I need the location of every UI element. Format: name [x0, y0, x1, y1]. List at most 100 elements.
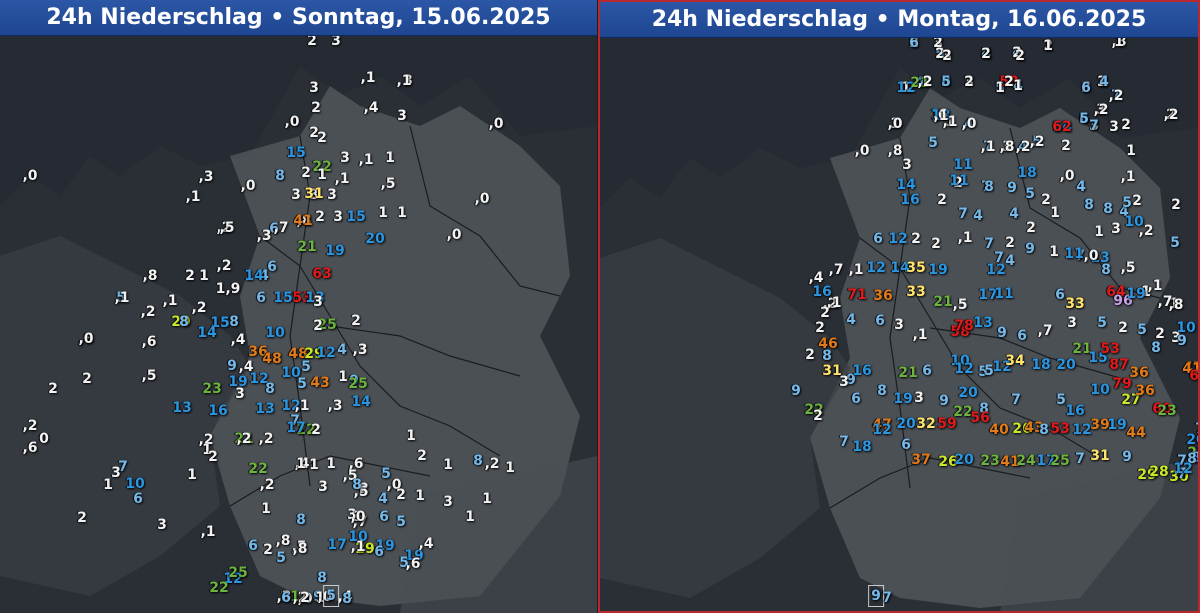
- precip-value: ,0: [1083, 248, 1099, 264]
- precip-value: 2: [311, 422, 321, 438]
- precip-value: 1: [482, 491, 492, 507]
- precip-value: 78: [954, 318, 974, 334]
- precip-value: ,1: [185, 189, 201, 205]
- precip-value: 9: [1122, 449, 1132, 465]
- precip-value: 6: [1055, 287, 1065, 303]
- precip-value: 69: [1189, 368, 1200, 384]
- precip-value: 31: [304, 186, 324, 202]
- precip-value: 1: [309, 457, 319, 473]
- precip-value: 4: [1009, 206, 1019, 222]
- precip-value: 13: [255, 401, 275, 417]
- precip-value: 2: [1171, 197, 1181, 213]
- precip-value: ,8: [1168, 297, 1184, 313]
- precip-value: 1: [397, 205, 407, 221]
- precip-value: 2: [1132, 193, 1142, 209]
- precip-value: 1: [415, 488, 425, 504]
- precip-value: ,2: [140, 304, 156, 320]
- precip-value: 21: [933, 294, 953, 310]
- precip-value: 6: [901, 437, 911, 453]
- precip-value: ,2: [1029, 134, 1045, 150]
- precip-value: 43: [310, 375, 330, 391]
- precip-value: 1: [187, 467, 197, 483]
- precip-value: ,0: [1059, 168, 1075, 184]
- precip-value: 25: [228, 565, 248, 581]
- precip-value: 2: [1121, 117, 1131, 133]
- precip-value: ,3: [327, 398, 343, 414]
- precip-value: 79: [1112, 376, 1132, 392]
- precip-value: 3: [894, 317, 904, 333]
- precip-value: 4: [378, 491, 388, 507]
- precip-value: 19: [928, 262, 948, 278]
- precip-value: 20: [958, 385, 978, 401]
- precip-value: 5: [396, 514, 406, 530]
- right-map[interactable]: 2 3 5 4 4 2,8 3 4 1 8 3 5 53 4 3 2 1 1 4 13 4 3 7 1 2 1 13 4 7 3 4 5 14 6…: [600, 34, 1200, 611]
- precip-value: ,4: [230, 332, 246, 348]
- precip-value: 1: [1094, 224, 1104, 240]
- precip-value: ,8: [999, 139, 1015, 155]
- precip-value: 5: [1097, 315, 1107, 331]
- precip-value: ,1: [334, 171, 350, 187]
- precip-value: 8: [1101, 262, 1111, 278]
- precip-value: 28: [1149, 464, 1169, 480]
- precip-value: ,3: [198, 169, 214, 185]
- precip-value: 8: [229, 314, 239, 330]
- precip-value: 7: [839, 434, 849, 450]
- precip-value: ,6: [141, 334, 157, 350]
- precip-value: 25: [348, 376, 368, 392]
- precip-value: 2: [317, 130, 327, 146]
- precip-value: 20: [365, 231, 385, 247]
- precip-value: 4: [1005, 253, 1015, 269]
- precip-value: 19: [325, 243, 345, 259]
- precip-value: ,5: [141, 368, 157, 384]
- precip-value: ,7: [273, 220, 289, 236]
- precip-value: 14: [244, 268, 264, 284]
- precip-value: 22: [248, 461, 268, 477]
- left-map-panel: 24h Niederschlag • Sonntag, 15.06.2025 2…: [0, 0, 597, 613]
- precip-value: 18: [1017, 165, 1037, 181]
- precip-value: 3: [327, 187, 337, 203]
- precip-value: ,5: [219, 220, 235, 236]
- precip-value: 9: [1025, 241, 1035, 257]
- precip-value: 44: [1126, 425, 1146, 441]
- precip-value: 63: [312, 266, 332, 282]
- precip-value: 6: [248, 538, 258, 554]
- precip-value: ,7: [828, 262, 844, 278]
- precip-value: 16: [812, 284, 832, 300]
- precip-value: 8: [984, 179, 994, 195]
- precip-value: 15: [346, 209, 366, 225]
- precip-value: ,1: [360, 70, 376, 86]
- precip-value: 12: [888, 231, 908, 247]
- precip-value: 1: [505, 460, 515, 476]
- precip-value: 5: [276, 550, 286, 566]
- precip-value: 19: [893, 391, 913, 407]
- precip-value: 31: [1090, 448, 1110, 464]
- precip-value: 18: [852, 439, 872, 455]
- precip-value: 21: [297, 239, 317, 255]
- precip-value: ,6: [22, 440, 38, 456]
- precip-value: ,1: [114, 290, 130, 306]
- precip-value: 56: [970, 410, 990, 426]
- precip-value: 1: [1050, 205, 1060, 221]
- precip-value: 18: [1031, 357, 1051, 373]
- precip-value: 2: [1026, 220, 1036, 236]
- precip-value: 6: [851, 391, 861, 407]
- precip-value: 2: [1118, 320, 1128, 336]
- precip-value: 9: [1007, 180, 1017, 196]
- precip-value: 8: [877, 383, 887, 399]
- precip-value: 87: [1109, 357, 1129, 373]
- precip-value: ,1: [350, 539, 366, 555]
- precip-value: 5: [297, 376, 307, 392]
- precip-value: 2: [964, 74, 974, 90]
- left-map[interactable]: 2 3 3,1 3,1 2,4 3 2,0,0 2 2,0 3 1,1 15 22 1 8 3 3,1,5 31,…: [0, 33, 597, 613]
- precip-value: ,2: [917, 74, 933, 90]
- precip-value: 2: [263, 542, 273, 558]
- precip-value: 6: [1017, 328, 1027, 344]
- precip-value: 37: [911, 452, 931, 468]
- precip-value: 2: [911, 231, 921, 247]
- precip-value: ,6: [405, 556, 421, 572]
- precip-value: 8: [1084, 197, 1094, 213]
- precip-value: 3: [309, 80, 319, 96]
- precip-value: 53: [1100, 341, 1120, 357]
- precip-value: 36: [1129, 365, 1149, 381]
- precip-value: ,8: [887, 143, 903, 159]
